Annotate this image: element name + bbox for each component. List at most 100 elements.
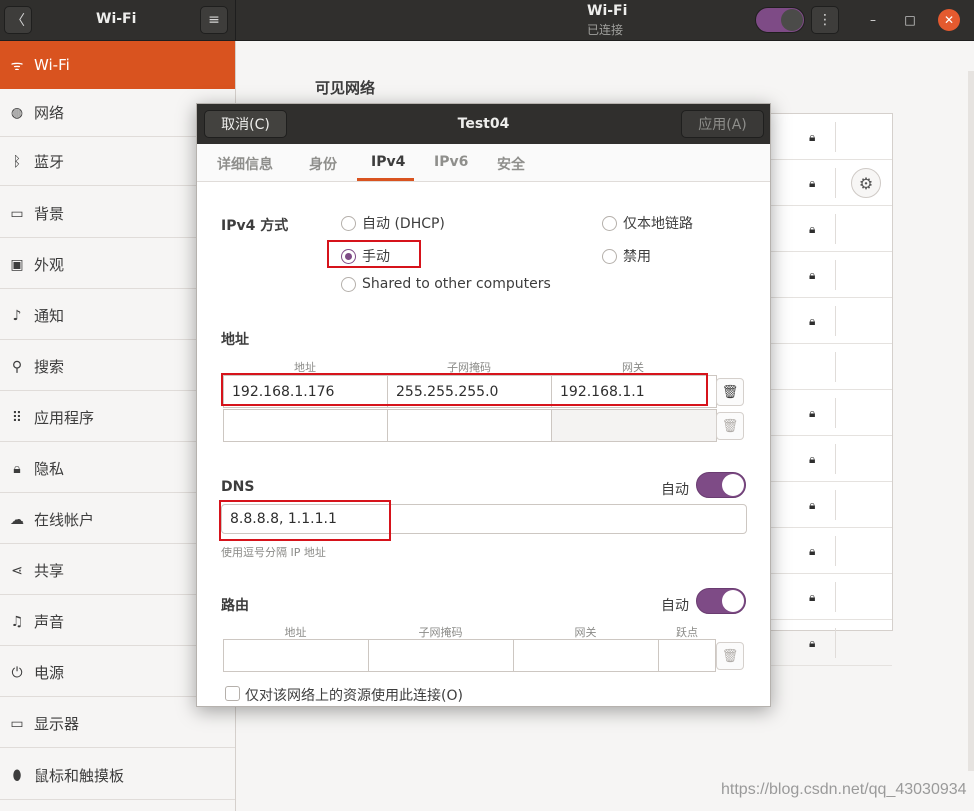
more-button[interactable]: ⋮ xyxy=(811,6,839,34)
page-title: Wi-Fi xyxy=(587,3,628,19)
radio-button[interactable] xyxy=(602,248,617,264)
row-separator xyxy=(835,214,836,244)
sidebar-item-label: 隐私 xyxy=(34,460,65,478)
applications-icon: ⠿ xyxy=(11,409,23,426)
maximize-button[interactable]: □ xyxy=(899,9,921,31)
display-icon: ▭ xyxy=(10,715,24,732)
close-icon: ✕ xyxy=(943,13,955,27)
trash-icon: 🗑︎ xyxy=(721,418,739,434)
lock-icon: 🔒︎ xyxy=(809,268,816,282)
network-row[interactable]: 🔒︎ ⚙ xyxy=(771,160,892,206)
only-local-resources-checkbox[interactable] xyxy=(225,686,240,701)
radio-auto-dhcp[interactable]: 自动 (DHCP) xyxy=(341,213,445,233)
minimize-icon: – xyxy=(870,13,876,27)
radio-disabled[interactable]: 禁用 xyxy=(602,246,651,266)
route-metric-field[interactable] xyxy=(658,639,716,672)
tab-ipv6[interactable]: IPv6 xyxy=(434,154,468,170)
routes-section-title: 路由 xyxy=(221,598,249,614)
wifi-toggle[interactable] xyxy=(755,7,805,33)
row-separator xyxy=(835,582,836,612)
minimize-button[interactable]: – xyxy=(862,9,884,31)
column-header-route-metric: 跃点 xyxy=(676,626,698,639)
radio-label: Shared to other computers xyxy=(362,276,551,292)
lock-icon: 🔒︎ xyxy=(809,130,816,144)
network-row[interactable] xyxy=(771,344,892,390)
route-netmask-field[interactable] xyxy=(368,639,514,672)
network-row[interactable]: 🔒︎ xyxy=(771,252,892,298)
route-address-field[interactable] xyxy=(223,639,369,672)
lock-icon: 🔒︎ xyxy=(809,222,816,236)
close-button[interactable]: ✕ xyxy=(938,9,960,31)
sidebar-title: Wi-Fi xyxy=(96,11,137,27)
row-separator xyxy=(835,628,836,658)
network-row[interactable]: 🔒︎ xyxy=(771,620,892,666)
tab-bar: 详细信息 身份 IPv4 IPv6 安全 xyxy=(197,144,770,182)
routes-auto-label: 自动 xyxy=(661,598,689,614)
sidebar-item[interactable]: ▭ 显示器 xyxy=(0,700,235,748)
sidebar-item-label: 网络 xyxy=(34,104,65,122)
radio-button[interactable] xyxy=(602,215,617,231)
sidebar-item-label: 在线帐户 xyxy=(34,511,95,529)
sidebar-header: 〈 Wi-Fi ≡ xyxy=(0,0,236,41)
wifi-icon: ᯤ xyxy=(10,57,24,74)
menu-button[interactable]: ≡ xyxy=(200,6,228,34)
tab-identity[interactable]: 身份 xyxy=(309,154,337,174)
network-row[interactable]: 🔒︎ xyxy=(771,298,892,344)
more-vertical-icon: ⋮ xyxy=(818,12,832,28)
tab-ipv4[interactable]: IPv4 xyxy=(371,154,405,170)
route-gateway-field[interactable] xyxy=(513,639,659,672)
apply-button[interactable]: 应用(A) xyxy=(681,110,764,138)
lock-icon: 🔒︎ xyxy=(809,452,816,466)
network-row[interactable]: 🔒︎ xyxy=(771,114,892,160)
gear-icon[interactable]: ⚙ xyxy=(851,168,881,198)
row-separator xyxy=(835,490,836,520)
address-field[interactable] xyxy=(223,409,388,442)
row-separator xyxy=(835,536,836,566)
delete-route-button[interactable]: 🗑︎ xyxy=(716,642,744,670)
scrollbar[interactable] xyxy=(968,71,974,771)
bluetooth-icon: ᛒ xyxy=(12,153,22,170)
notification-icon: ♪ xyxy=(12,307,22,324)
lock-icon: 🔒︎ xyxy=(809,636,816,650)
network-row[interactable]: 🔒︎ xyxy=(771,574,892,620)
lock-icon: 🔒︎ xyxy=(809,176,816,190)
dns-auto-toggle[interactable] xyxy=(696,472,746,498)
netmask-field[interactable] xyxy=(387,409,552,442)
routes-auto-toggle[interactable] xyxy=(696,588,746,614)
network-row[interactable]: 🔒︎ xyxy=(771,206,892,252)
appearance-icon: ▣ xyxy=(10,256,24,273)
trash-icon: 🗑︎ xyxy=(721,384,739,400)
gateway-field[interactable] xyxy=(551,409,717,442)
ipv4-panel: IPv4 方式 自动 (DHCP) 手动 Shared to other com… xyxy=(197,182,770,706)
back-button[interactable]: 〈 xyxy=(4,6,32,34)
network-row[interactable]: 🔒︎ xyxy=(771,528,892,574)
network-icon: ◍ xyxy=(10,104,24,121)
lock-icon: 🔒︎ xyxy=(809,314,816,328)
column-header-route-address: 地址 xyxy=(284,626,307,639)
sidebar-item-label: 蓝牙 xyxy=(34,153,65,171)
network-row[interactable]: 🔒︎ xyxy=(771,390,892,436)
tab-details[interactable]: 详细信息 xyxy=(217,154,273,174)
delete-address-button[interactable]: 🗑︎ xyxy=(716,412,744,440)
tab-security[interactable]: 安全 xyxy=(497,154,525,174)
row-separator xyxy=(835,444,836,474)
network-row[interactable]: 🔒︎ xyxy=(771,482,892,528)
radio-shared[interactable]: Shared to other computers xyxy=(341,276,551,292)
row-separator xyxy=(835,260,836,290)
sidebar-item[interactable]: ᯤ Wi-Fi xyxy=(0,41,235,89)
radio-link-local[interactable]: 仅本地链路 xyxy=(602,213,693,233)
delete-address-button[interactable]: 🗑︎ xyxy=(716,378,744,406)
radio-button[interactable] xyxy=(341,215,356,231)
chevron-left-icon: 〈 xyxy=(11,13,25,29)
hamburger-icon: ≡ xyxy=(208,12,220,28)
sidebar-item-label: 背景 xyxy=(34,205,65,223)
network-row[interactable]: 🔒︎ xyxy=(771,436,892,482)
sidebar-item-label: 搜索 xyxy=(34,358,65,376)
column-header-route-netmask: 子网掩码 xyxy=(418,626,463,639)
cloud-icon: ☁ xyxy=(10,511,24,528)
row-separator xyxy=(835,168,836,198)
radio-label: 自动 (DHCP) xyxy=(362,216,445,232)
sidebar-item-label: 鼠标和触摸板 xyxy=(34,767,125,785)
sidebar-item[interactable]: ⬮ 鼠标和触摸板 xyxy=(0,752,235,800)
radio-button[interactable] xyxy=(341,276,356,292)
